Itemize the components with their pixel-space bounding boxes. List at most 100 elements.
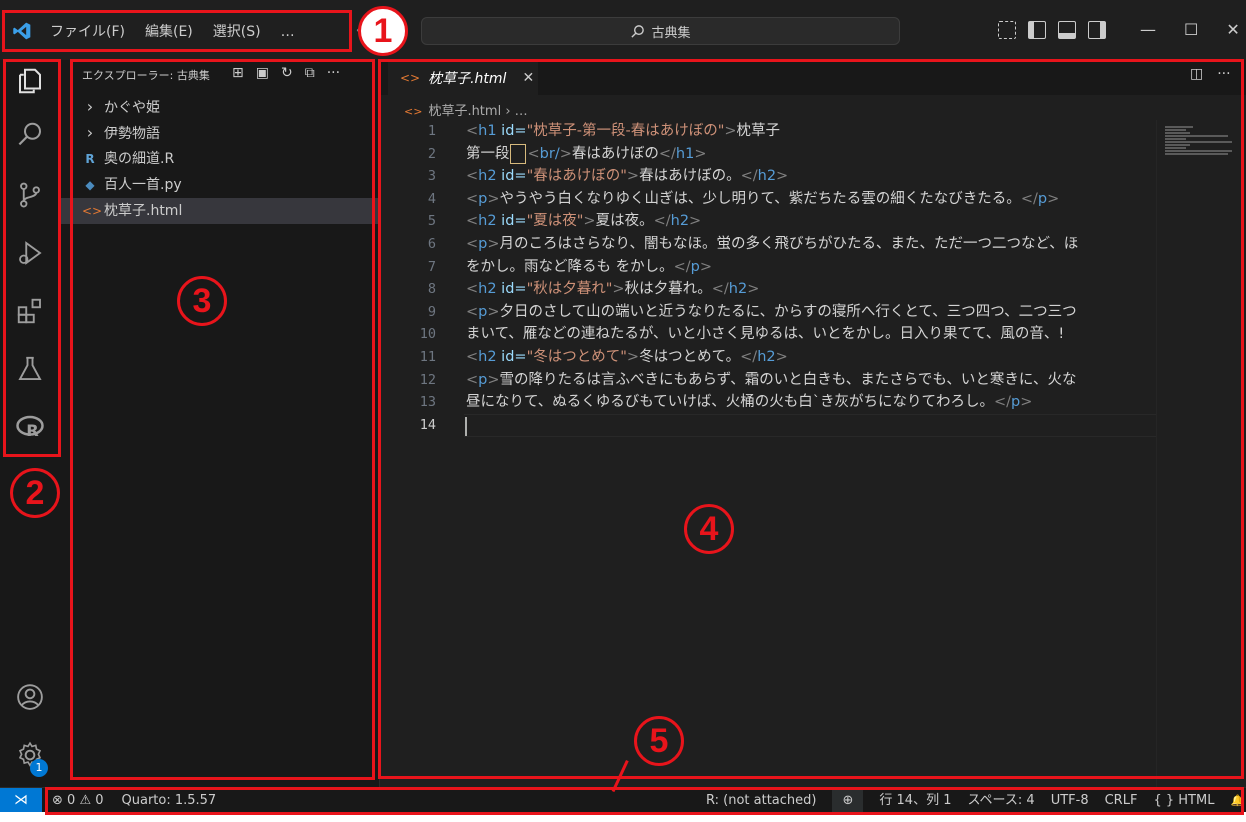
minimap[interactable] (1156, 120, 1246, 787)
breadcrumb: <> 枕草子.html › … (404, 100, 528, 119)
warning-icon: ⚠ 0 (79, 793, 104, 808)
code-line-10: 10 まいて、雁などの連ねたるが、いと小さく見ゆるは、いとをかし。日入り果てて、風… (380, 323, 1156, 346)
tree-item-label: かぐや姫 (104, 100, 160, 116)
line-number: 12 (419, 371, 436, 388)
tree-file-makuranosoushi[interactable]: <> 枕草子.html (60, 198, 379, 224)
tree-file-hyakunin[interactable]: ◆ 百人一首.py (60, 172, 379, 198)
explorer-sidebar: エクスプローラー: 古典集 ⊞ ▣ ↻ ⧉ ··· › かぐや姫 › 伊勢物語 R奥… (60, 60, 380, 787)
problems-indicator[interactable]: ⊗ 0 ⚠ 0 (52, 788, 104, 813)
toggle-primary-sidebar-icon[interactable] (1028, 21, 1046, 39)
tree-folder-kaguyahime[interactable]: › かぐや姫 (60, 94, 379, 120)
editor-more-icon[interactable]: ··· (1217, 66, 1230, 82)
current-line-highlight (464, 414, 1156, 437)
run-debug-icon[interactable] (13, 236, 47, 270)
editor-area: <> 枕草子.html ✕ ◫ ··· <> 枕草子.html › … 1 <h1 … (380, 60, 1246, 787)
menu-more[interactable]: … (271, 22, 305, 42)
encoding[interactable]: UTF-8 (1051, 788, 1089, 813)
window-controls: — ☐ ✕ (1140, 20, 1240, 39)
minimap-content (1165, 126, 1235, 156)
maximize-icon[interactable]: ☐ (1184, 20, 1198, 39)
refresh-icon[interactable]: ↻ (281, 65, 293, 81)
accounts-icon[interactable] (13, 680, 47, 714)
line-content: <h2 id="春はあけぼの">春はあけぼの。</h2> (466, 168, 789, 185)
line-content: <p>月のころはさらなり、闇もなほ。蛍の多く飛びちがひたる、また、ただ一つ二つな… (466, 235, 1079, 252)
search-icon[interactable] (13, 118, 47, 152)
close-window-icon[interactable]: ✕ (1226, 20, 1239, 39)
zoom-icon[interactable]: ⊕ (832, 788, 864, 813)
line-content: <h2 id="秋は夕暮れ">秋は夕暮れ。</h2> (466, 281, 760, 298)
command-center-search[interactable]: 古典集 (421, 17, 900, 45)
line-number: 6 (427, 235, 436, 252)
line-number: 14 (419, 416, 436, 433)
line-content: <p>雪の降りたるは言ふべきにもあらず、霜のいと白きも、またさらでも、いと寒きに… (466, 371, 1077, 388)
line-content: 昼になりて、ぬるくゆるびもていけば、火桶の火も白`き灰がちになりてわろし。</p… (466, 394, 1033, 411)
remote-indicator-icon[interactable]: ⋊ (0, 788, 42, 813)
language-mode[interactable]: { } HTML (1153, 788, 1214, 813)
menu-file[interactable]: ファイル(F) (40, 22, 135, 42)
r-file-icon: R (85, 152, 95, 166)
line-number: 11 (419, 348, 436, 365)
breadcrumb-more[interactable]: › … (505, 104, 527, 119)
line-number: 5 (427, 213, 436, 230)
end-of-line[interactable]: CRLF (1105, 788, 1138, 813)
new-folder-icon[interactable]: ▣ (256, 65, 269, 81)
html-file-icon: <> (82, 204, 103, 218)
bottom-margin (0, 812, 1246, 822)
menu-bar: ファイル(F) 編集(E) 選択(S) … (40, 22, 305, 42)
testing-flask-icon[interactable] (13, 352, 47, 386)
close-tab-icon[interactable]: ✕ (522, 70, 534, 86)
chevron-right-icon: › (86, 97, 94, 116)
tree-file-okunohosomichi[interactable]: R 奥の細道.R (60, 146, 379, 172)
customize-layout-icon[interactable] (998, 21, 1016, 39)
annotation-number-2: 2 (10, 468, 60, 518)
code-line-11: 11 <h2 id="冬はつとめて">冬はつとめて。</h2> (380, 346, 1156, 369)
extensions-icon[interactable] (13, 294, 47, 328)
status-right: R: (not attached) ⊕ 行 14、列 1 スペース: 4 UTF… (706, 788, 1244, 813)
code-line-12: 12 <p>雪の降りたるは言ふべきにもあらず、霜のいと白きも、またさらでも、いと寒… (380, 369, 1156, 392)
code-line-8: 8 <h2 id="秋は夕暮れ">秋は夕暮れ。</h2> (380, 278, 1156, 301)
source-control-icon[interactable] (13, 178, 47, 212)
minimize-icon[interactable]: — (1140, 20, 1156, 39)
html-file-icon: <> (404, 105, 423, 118)
r-extension-icon[interactable]: R (13, 410, 47, 444)
tree-item-label: 百人一首.py (104, 177, 182, 193)
more-actions-icon[interactable]: ··· (327, 65, 340, 81)
code-line-7: 7 をかし。雨など降るも をかし。</p> (380, 256, 1156, 279)
tab-makuranosoushi[interactable]: <> 枕草子.html ✕ (388, 60, 538, 95)
line-content: <h1 id="枕草子-第一段-春はあけぼの">枕草子 (466, 123, 781, 139)
line-number: 7 (427, 258, 436, 275)
code-editor[interactable]: 1 <h1 id="枕草子-第一段-春はあけぼの">枕草子 2 第一段 <br/>春は… (380, 120, 1156, 520)
code-line-6: 6 <p>月のころはさらなり、闇もなほ。蛍の多く飛びちがひたる、また、ただ一つ二つ… (380, 233, 1156, 256)
explorer-icon[interactable] (13, 64, 47, 98)
explorer-actions: ⊞ ▣ ↻ ⧉ ··· (232, 65, 340, 81)
annotation-number-3: 3 (177, 276, 227, 326)
tree-item-label: 枕草子.html (104, 203, 183, 219)
cursor-position[interactable]: 行 14、列 1 (879, 788, 951, 813)
notifications-bell-icon[interactable]: 🔔 (1230, 788, 1244, 813)
line-content: <p>やうやう白くなりゆく山ぎは、少し明りて、紫だちたる雲の細くたなびきたる。<… (466, 190, 1060, 207)
split-editor-icon[interactable]: ◫ (1190, 66, 1203, 82)
toggle-secondary-sidebar-icon[interactable] (1088, 21, 1106, 39)
breadcrumb-file[interactable]: 枕草子.html (428, 104, 501, 119)
title-bar: ファイル(F) 編集(E) 選択(S) … ←→ 古典集 — ☐ ✕ (0, 0, 1246, 60)
toggle-panel-icon[interactable] (1058, 21, 1076, 39)
quarto-version[interactable]: Quarto: 1.5.57 (122, 788, 217, 813)
whitespace-highlight (509, 143, 526, 164)
menu-edit[interactable]: 編集(E) (135, 22, 203, 42)
line-content: 第一段 <br/>春はあけぼの</h1> (466, 143, 707, 164)
r-session-status[interactable]: R: (not attached) (706, 788, 816, 813)
menu-selection[interactable]: 選択(S) (203, 22, 271, 42)
status-left: ⊗ 0 ⚠ 0 Quarto: 1.5.57 (52, 788, 216, 813)
indentation[interactable]: スペース: 4 (967, 788, 1034, 813)
line-number: 3 (427, 168, 436, 185)
line-number: 1 (427, 123, 436, 139)
chevron-right-icon: › (86, 123, 94, 142)
python-file-icon: ◆ (85, 178, 95, 192)
new-file-icon[interactable]: ⊞ (232, 65, 244, 81)
status-bar: ⋊ ⊗ 0 ⚠ 0 Quarto: 1.5.57 R: (not attache… (0, 787, 1246, 813)
tree-folder-ise[interactable]: › 伊勢物語 (60, 120, 379, 146)
line-number: 10 (419, 326, 436, 343)
error-icon: ⊗ 0 (52, 793, 76, 808)
collapse-all-icon[interactable]: ⧉ (305, 65, 315, 81)
tab-label: 枕草子.html (428, 71, 507, 87)
